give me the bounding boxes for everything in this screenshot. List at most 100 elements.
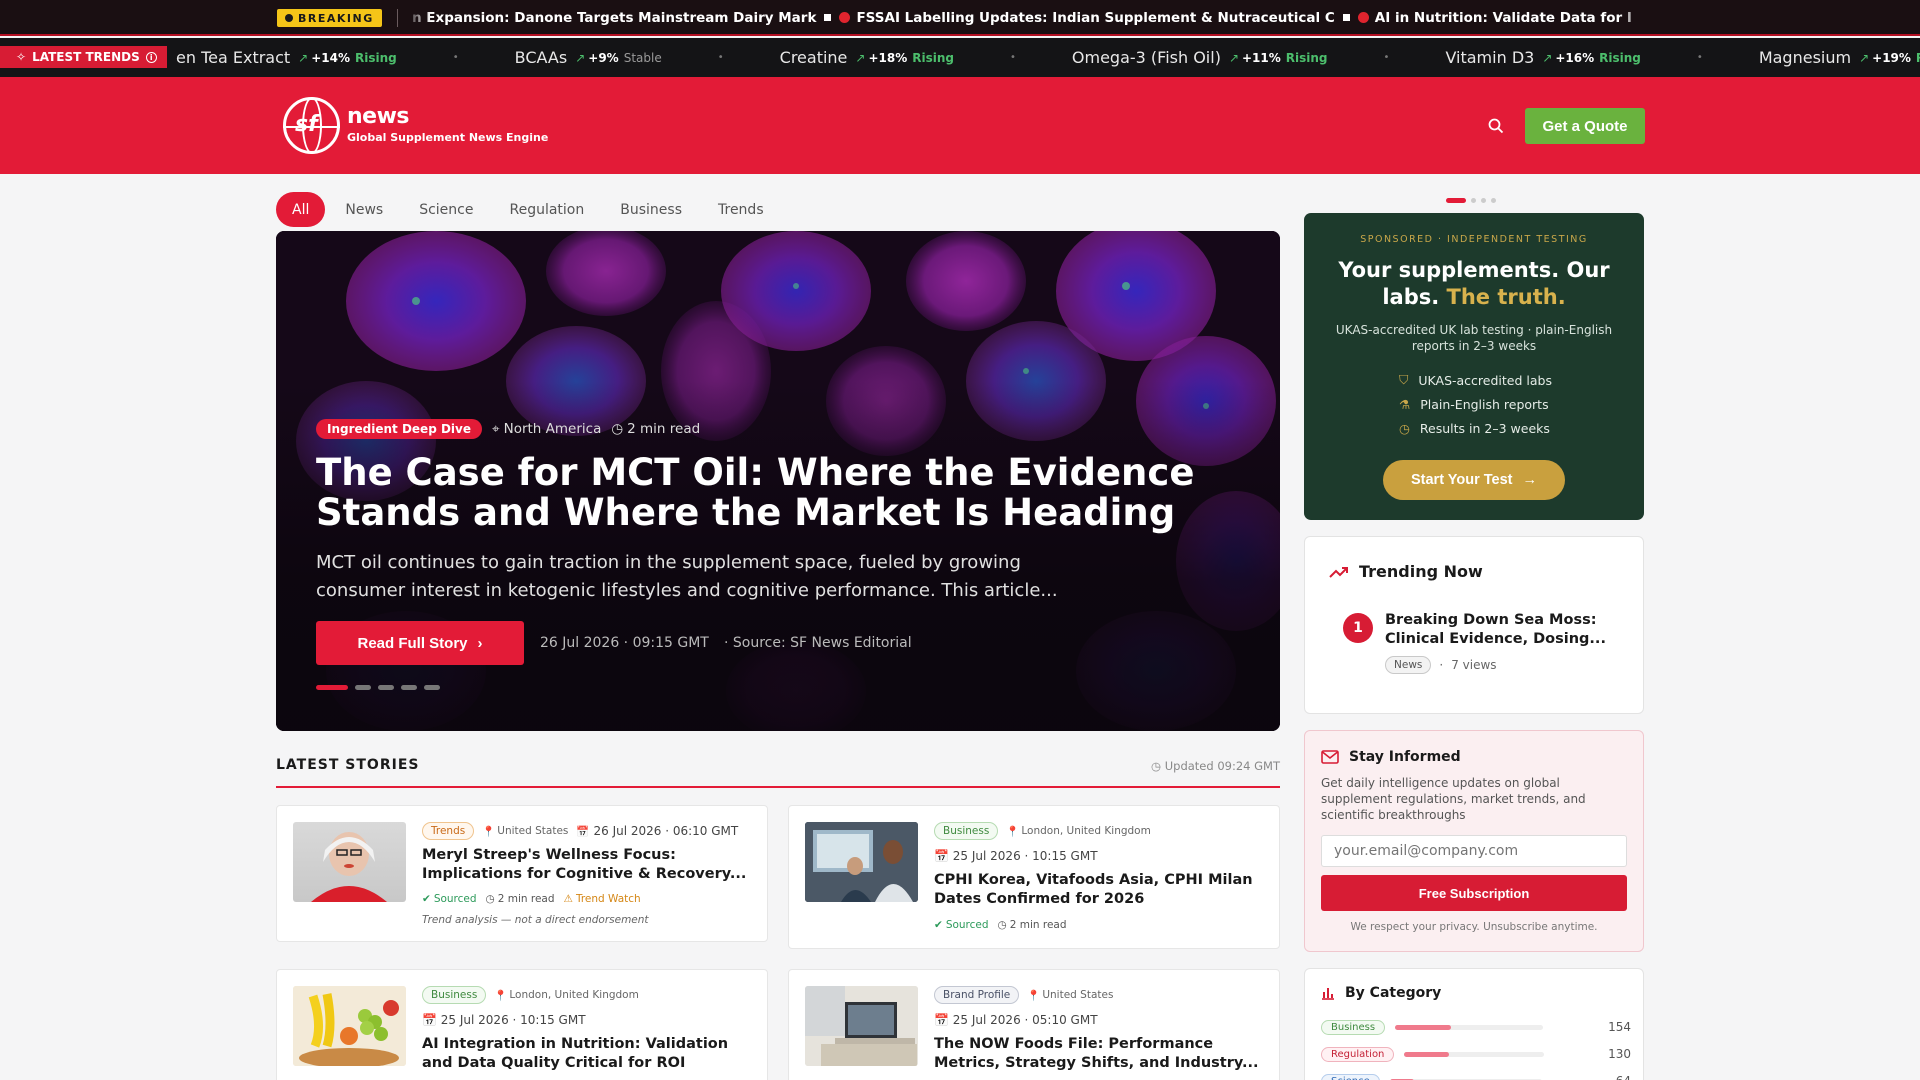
story-thumbnail[interactable] xyxy=(805,986,918,1066)
carousel-dot[interactable] xyxy=(424,685,440,690)
read-full-story-button[interactable]: Read Full Story › xyxy=(316,621,524,665)
category-pill[interactable]: Business xyxy=(934,822,999,840)
bar-chart-icon xyxy=(1322,988,1334,1000)
category-pill[interactable]: Science xyxy=(1321,1073,1380,1080)
story-card[interactable]: Business 📍 London, United Kingdom 📅 25 J… xyxy=(788,805,1280,949)
email-input[interactable] xyxy=(1321,835,1627,867)
info-icon[interactable]: i xyxy=(145,51,157,63)
trend-item[interactable]: Omega-3 (Fish Oil) ↗ +11% Rising xyxy=(1072,48,1328,67)
slider-dot[interactable] xyxy=(1471,198,1476,203)
category-pill[interactable]: Business xyxy=(422,986,487,1004)
trend-separator: • xyxy=(452,52,459,63)
story-date: 📅 25 Jul 2026 · 05:10 GMT xyxy=(934,1013,1098,1027)
calendar-icon: 📅 xyxy=(422,1013,437,1027)
calendar-icon: 📅 xyxy=(934,1013,949,1027)
breaking-headline[interactable]: AI in Nutrition: Validate Data for I xyxy=(1375,10,1632,26)
carousel-dot[interactable] xyxy=(355,685,371,690)
category-pill[interactable]: Regulation xyxy=(1321,1046,1395,1062)
story-card[interactable]: Trends 📍 United States 📅 26 Jul 2026 · 0… xyxy=(276,805,768,942)
calendar-icon: 📅 xyxy=(934,849,949,863)
hero-story[interactable]: Ingredient Deep Dive ⌖ North America ◷ 2… xyxy=(276,231,1280,731)
story-location: United States xyxy=(497,825,569,837)
trend-status: Rising xyxy=(1916,51,1920,65)
category-bar-track xyxy=(1404,1051,1545,1057)
get-a-quote-button[interactable]: Get a Quote xyxy=(1525,108,1645,144)
free-subscription-button[interactable]: Free Subscription xyxy=(1321,875,1627,911)
clock-icon: ◷ xyxy=(1399,420,1410,436)
hero-title[interactable]: The Case for MCT Oil: Where the Evidence… xyxy=(316,453,1196,533)
trend-name: Magnesium xyxy=(1758,48,1852,67)
story-card[interactable]: Brand Profile 📍 United States 📅 25 Jul 2… xyxy=(788,969,1280,1080)
calendar-icon: 📅 xyxy=(576,825,590,838)
sponsored-testing-ad[interactable]: SPONSORED · INDEPENDENT TESTING Your sup… xyxy=(1304,213,1644,520)
square-separator-icon xyxy=(824,13,832,21)
breaking-headline[interactable]: FSSAI Labelling Updates: Indian Suppleme… xyxy=(856,10,1334,26)
story-thumbnail[interactable] xyxy=(293,822,406,902)
tab-news[interactable]: News xyxy=(327,192,401,227)
newsletter-title: Stay Informed xyxy=(1321,749,1461,765)
sourced-check-icon: ✔ xyxy=(422,893,431,905)
clock-icon: ◷ xyxy=(485,893,495,905)
tab-regulation[interactable]: Regulation xyxy=(491,192,602,227)
tab-business[interactable]: Business xyxy=(602,192,700,227)
story-date: 📅 25 Jul 2026 · 10:15 GMT xyxy=(934,849,1098,863)
carousel-dot[interactable] xyxy=(401,685,417,690)
category-count: 130 xyxy=(1608,1047,1631,1061)
trend-watch-label: Trend Watch xyxy=(575,893,641,905)
sponsor-headline-accent: The truth. xyxy=(1446,285,1566,309)
carousel-dot[interactable] xyxy=(378,685,394,690)
story-thumbnail[interactable] xyxy=(293,986,406,1066)
trend-item[interactable]: Creatine ↗ +18% Rising xyxy=(780,48,954,67)
trend-item[interactable]: Vitamin D3 ↗ +16% Rising xyxy=(1445,48,1640,67)
location-pin-icon: 📍 xyxy=(482,825,496,838)
trend-item[interactable]: en Tea Extract ↗ +14% Rising xyxy=(176,48,397,67)
slider-dot[interactable] xyxy=(1491,198,1496,203)
tab-science[interactable]: Science xyxy=(401,192,491,227)
story-title[interactable]: CPHI Korea, Vitafoods Asia, CPHI Milan D… xyxy=(934,871,1269,909)
story-title[interactable]: Meryl Streep's Wellness Focus: Implicati… xyxy=(422,846,757,884)
story-title[interactable]: AI Integration in Nutrition: Validation … xyxy=(422,1035,757,1073)
story-date-text: 25 Jul 2026 · 10:15 GMT xyxy=(952,849,1098,863)
sponsor-headline: Your supplements. Our labs. The truth. xyxy=(1324,257,1624,311)
category-count: 154 xyxy=(1608,1020,1631,1034)
breaking-headline[interactable]: n Expansion: Danone Targets Mainstream D… xyxy=(412,10,816,26)
separator: · xyxy=(1439,658,1444,672)
hero-category-tag[interactable]: Ingredient Deep Dive xyxy=(316,419,482,439)
trends-bar: ✧ LATEST TRENDS i en Tea Extract ↗ +14% Ris… xyxy=(0,38,1920,77)
trend-name: BCAAs xyxy=(514,48,568,67)
category-row[interactable]: Business 154 xyxy=(1321,1017,1631,1037)
trending-story-title[interactable]: Breaking Down Sea Moss: Clinical Evidenc… xyxy=(1385,611,1615,649)
category-row[interactable]: Science 64 xyxy=(1321,1071,1631,1080)
story-title[interactable]: The NOW Foods File: Performance Metrics,… xyxy=(934,1035,1269,1073)
carousel-dot[interactable] xyxy=(316,685,348,690)
tab-all[interactable]: All xyxy=(276,192,326,227)
category-pill[interactable]: Business xyxy=(1321,1019,1386,1035)
search-icon[interactable] xyxy=(1488,118,1504,134)
story-meta: Business 📍 London, United Kingdom xyxy=(934,822,1151,840)
sourced-check-icon: ✔ xyxy=(934,919,943,931)
category-row[interactable]: Regulation 130 xyxy=(1321,1044,1631,1064)
read-button-label: Read Full Story xyxy=(357,634,468,652)
trend-item[interactable]: BCAAs ↗ +9% Stable xyxy=(515,48,662,67)
sponsor-slider-dots xyxy=(1446,198,1496,203)
logo-globe-icon[interactable]: sf xyxy=(283,97,340,154)
story-card[interactable]: Business 📍 London, United Kingdom 📅 25 J… xyxy=(276,969,768,1080)
tab-trends[interactable]: Trends xyxy=(700,192,782,227)
logo-wordmark[interactable]: news xyxy=(347,104,410,129)
story-date: 26 Jul 2026 · 06:10 GMT xyxy=(593,824,739,838)
story-thumbnail[interactable] xyxy=(805,822,918,902)
category-pill[interactable]: Brand Profile xyxy=(934,986,1020,1004)
category-pill[interactable]: News xyxy=(1385,656,1432,674)
breaking-ticker[interactable]: n Expansion: Danone Targets Mainstream D… xyxy=(412,9,1642,27)
start-your-test-button[interactable]: Start Your Test → xyxy=(1383,460,1565,500)
breaking-badge: BREAKING xyxy=(277,9,382,27)
sponsor-subtext: UKAS-accredited UK lab testing · plain-E… xyxy=(1335,323,1613,353)
trending-now-panel: Trending Now 1 Breaking Down Sea Moss: C… xyxy=(1304,536,1644,714)
category-pill[interactable]: Trends xyxy=(422,822,475,840)
slider-dot[interactable] xyxy=(1446,198,1466,203)
slider-dot[interactable] xyxy=(1481,198,1486,203)
warning-icon: ⚠ xyxy=(563,893,573,905)
trend-item[interactable]: Magnesium ↗+19% Rising xyxy=(1759,48,1920,67)
trend-percent: +11% xyxy=(1242,50,1281,65)
trend-up-icon: ↗ xyxy=(298,50,309,65)
